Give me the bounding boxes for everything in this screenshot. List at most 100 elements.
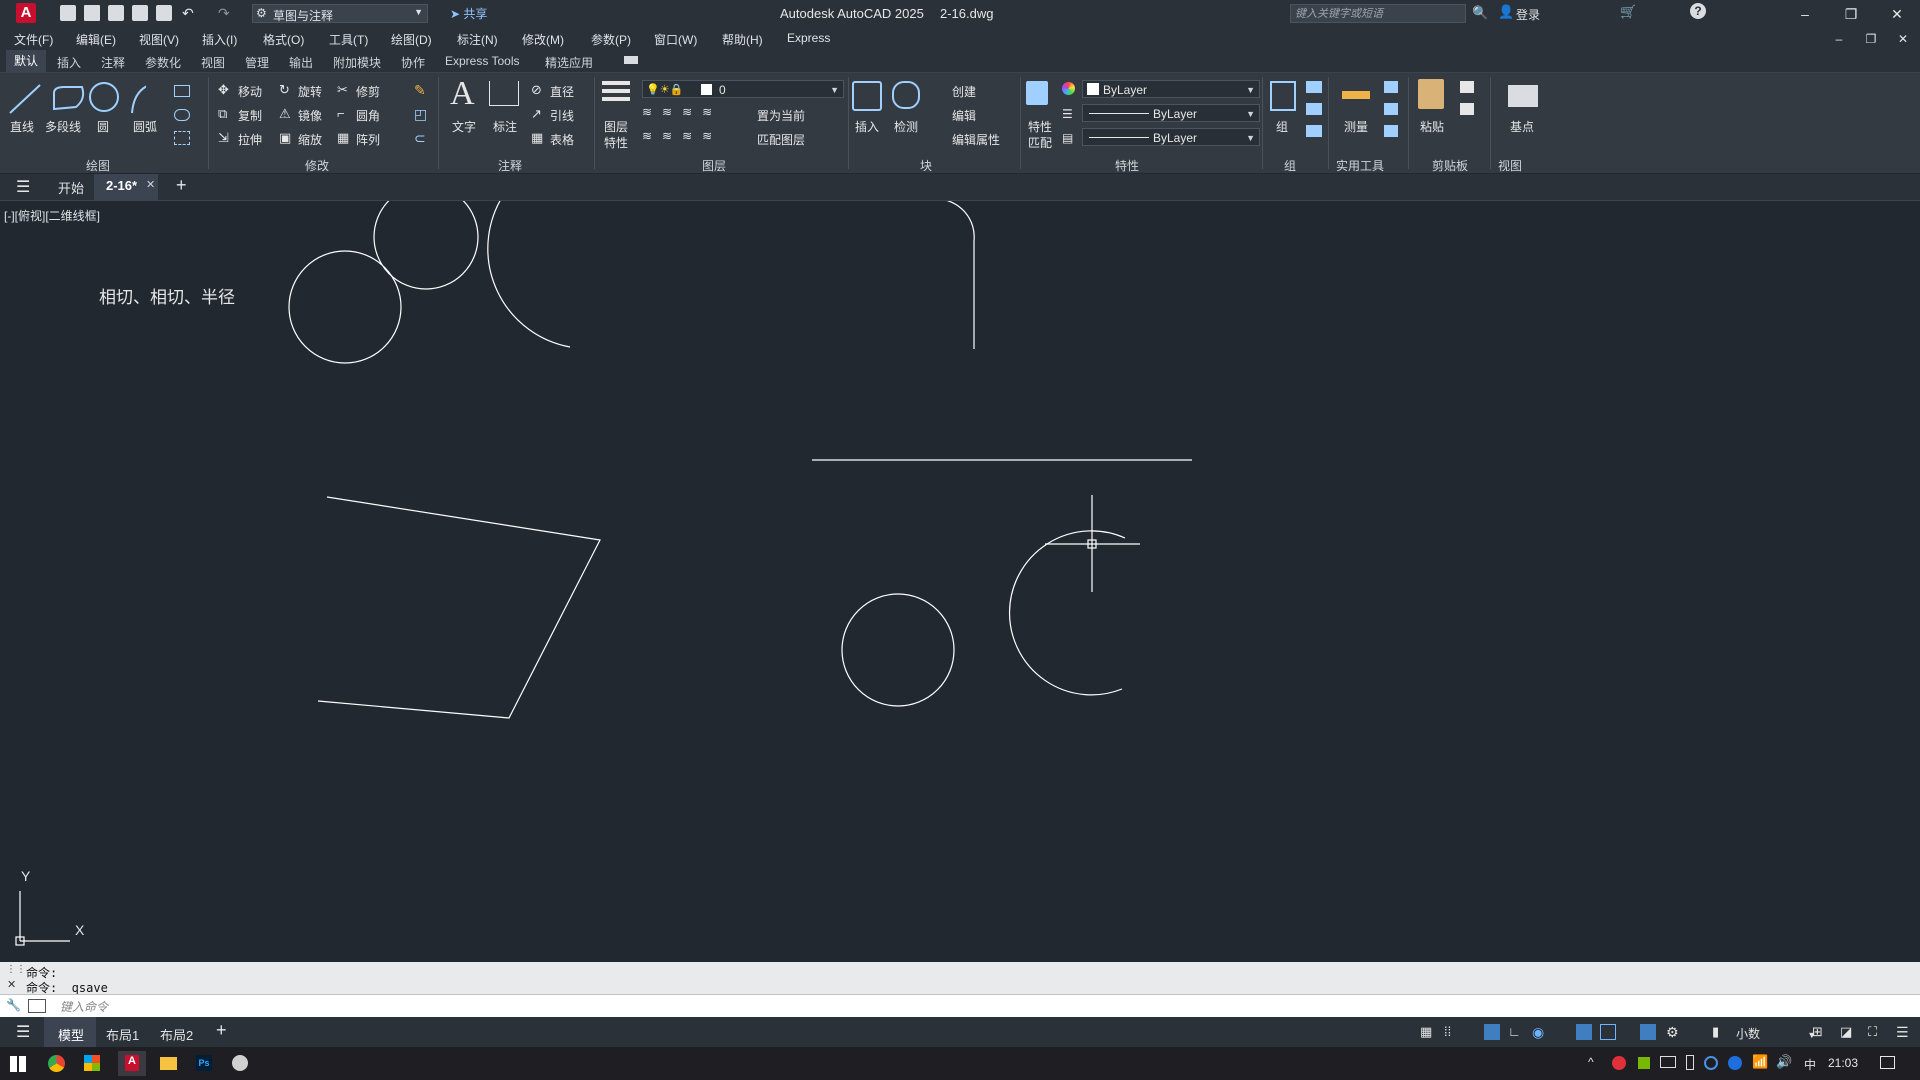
rectangle-icon[interactable] [174, 85, 190, 97]
group-button[interactable]: 组 [1276, 118, 1288, 135]
create-block-button[interactable]: 创建 [952, 83, 976, 100]
close-tab-icon[interactable]: ✕ [146, 178, 155, 191]
table-button[interactable]: 表格 [550, 131, 574, 148]
dimension-button[interactable]: 标注 [493, 118, 517, 135]
close-command-icon[interactable]: ✕ [7, 978, 16, 991]
grid-icon[interactable]: ▦ [1420, 1024, 1436, 1040]
explode-icon[interactable]: ◰ [414, 106, 427, 123]
isodraft-icon[interactable] [1576, 1024, 1592, 1040]
menu-express[interactable]: Express [787, 31, 830, 45]
app-menu-icon[interactable]: ☰ [16, 177, 30, 197]
tab-start[interactable]: 开始 [58, 178, 84, 197]
view-panel-label[interactable]: 视图 [1498, 157, 1522, 174]
menu-help[interactable]: 帮助(H) [722, 31, 763, 48]
lineweight-dropdown[interactable]: ByLayer ▼ [1082, 128, 1260, 146]
line-button[interactable]: 直线 [10, 118, 34, 135]
match-properties-label-1[interactable]: 特性 [1028, 118, 1052, 135]
measure-button[interactable]: 测量 [1344, 118, 1368, 135]
redo-icon[interactable]: ↷ [218, 5, 230, 22]
calculator-icon[interactable] [1384, 81, 1398, 145]
plot-icon[interactable] [156, 5, 172, 21]
tab-collaborate[interactable]: 协作 [401, 54, 425, 71]
customize-icon[interactable]: ☰ [1896, 1024, 1912, 1040]
annotation-panel-label[interactable]: 注释 [498, 157, 522, 174]
open-file-icon[interactable] [84, 5, 100, 21]
insert-block-button[interactable]: 插入 [855, 118, 879, 135]
doc-close-button[interactable]: ✕ [1890, 29, 1916, 49]
layer-properties-label-1[interactable]: 图层 [604, 118, 628, 135]
user-icon[interactable]: 👤 [1498, 4, 1514, 20]
grip-icon[interactable]: ⋮⋮ [6, 964, 26, 975]
quick-properties-icon[interactable]: ⊞ [1812, 1024, 1828, 1040]
autocad-logo-icon[interactable]: A [16, 3, 36, 23]
file-explorer-icon[interactable] [160, 1057, 177, 1070]
group-tools-icons[interactable] [1306, 81, 1322, 145]
tab-featured-apps[interactable]: 精选应用 [545, 54, 593, 71]
wrench-icon[interactable]: 🔧 [6, 998, 21, 1012]
menu-modify[interactable]: 修改(M) [522, 31, 564, 48]
fullscreen-icon[interactable]: ⛶ [1868, 1024, 1884, 1040]
tab-view[interactable]: 视图 [201, 54, 225, 71]
browser-tray-icon[interactable] [1728, 1056, 1742, 1070]
help-icon[interactable]: ? [1690, 3, 1706, 19]
tab-default[interactable]: 默认 [6, 50, 47, 72]
tab-addins[interactable]: 附加模块 [333, 54, 381, 71]
close-button[interactable]: ✕ [1884, 4, 1910, 24]
match-layer-button[interactable]: 匹配图层 [757, 131, 805, 148]
tab-parametric[interactable]: 参数化 [145, 54, 181, 71]
utilities-panel-label[interactable]: 实用工具 [1336, 157, 1384, 174]
menu-params[interactable]: 参数(P) [591, 31, 631, 48]
layer-tools-icons[interactable]: ≋≋≋≋ [642, 105, 722, 119]
wifi-icon[interactable]: 📶 [1752, 1054, 1768, 1070]
draw-panel-label[interactable]: 绘图 [86, 157, 110, 174]
windows-start-icon[interactable] [10, 1056, 26, 1072]
menu-file[interactable]: 文件(F) [14, 31, 53, 48]
tab-layout1[interactable]: 布局1 [106, 1025, 139, 1044]
network-device-icon[interactable] [1660, 1056, 1676, 1068]
ortho-icon[interactable]: ∟ [1508, 1024, 1524, 1040]
move-button[interactable]: 移动 [238, 83, 262, 100]
tab-annotate[interactable]: 注释 [101, 54, 125, 71]
new-tab-icon[interactable]: + [176, 175, 187, 196]
drawing-canvas[interactable]: [-][俯视][二维线框] 相切、相切、半径 Y X [0, 201, 1920, 962]
tab-layout2[interactable]: 布局2 [160, 1025, 193, 1044]
search-input[interactable]: 键入关键字或短语 [1290, 4, 1466, 23]
linetype-dropdown[interactable]: ByLayer ▼ [1082, 104, 1260, 122]
polar-icon[interactable]: ◉ [1532, 1024, 1548, 1040]
app-icon[interactable] [232, 1055, 248, 1071]
share-button[interactable]: ➤ 共享 [450, 5, 487, 22]
menu-tools[interactable]: 工具(T) [329, 31, 368, 48]
modify-panel-label[interactable]: 修改 [305, 157, 329, 174]
arc-button[interactable]: 圆弧 [133, 118, 157, 135]
units-dropdown[interactable]: 小数 ▼ [1736, 1025, 1816, 1042]
command-prompt-icon[interactable] [28, 999, 46, 1013]
paste-button[interactable]: 粘贴 [1420, 118, 1444, 135]
copy-button[interactable]: 复制 [238, 107, 262, 124]
workspace-dropdown[interactable]: ⚙ 草图与注释 ▼ [252, 4, 428, 23]
infer-constraints-icon[interactable] [1484, 1024, 1500, 1040]
tab-express-tools[interactable]: Express Tools [445, 54, 519, 68]
command-line[interactable]: 🔧 键入命令 [0, 994, 1920, 1017]
search-icon[interactable]: 🔍 [1472, 5, 1488, 21]
autocad-taskbar-icon[interactable]: A [118, 1051, 146, 1076]
clock-time[interactable]: 21:03 [1828, 1056, 1858, 1070]
minimize-button[interactable]: – [1792, 4, 1818, 24]
fillet-button[interactable]: 圆角 [356, 107, 380, 124]
store-icon[interactable] [84, 1055, 100, 1071]
layer-properties-label-2[interactable]: 特性 [604, 134, 628, 151]
copy-clip-icons[interactable] [1460, 81, 1474, 119]
cart-icon[interactable]: 🛒 [1620, 4, 1636, 20]
login-link[interactable]: 登录 [1516, 6, 1540, 23]
boundary-icon[interactable] [174, 131, 190, 145]
tab-current-drawing[interactable]: 2-16* ✕ [94, 174, 158, 200]
record-icon[interactable] [1612, 1056, 1626, 1070]
menu-insert[interactable]: 插入(I) [202, 31, 237, 48]
save-icon[interactable] [108, 5, 124, 21]
add-layout-icon[interactable]: + [216, 1020, 227, 1041]
annotation-scale-icon[interactable]: ▮ [1712, 1024, 1728, 1040]
tab-manage[interactable]: 管理 [245, 54, 269, 71]
rotate-button[interactable]: 旋转 [298, 83, 322, 100]
tab-output[interactable]: 输出 [289, 54, 313, 71]
groups-panel-label[interactable]: 组 [1284, 157, 1296, 174]
menu-edit[interactable]: 编辑(E) [76, 31, 116, 48]
